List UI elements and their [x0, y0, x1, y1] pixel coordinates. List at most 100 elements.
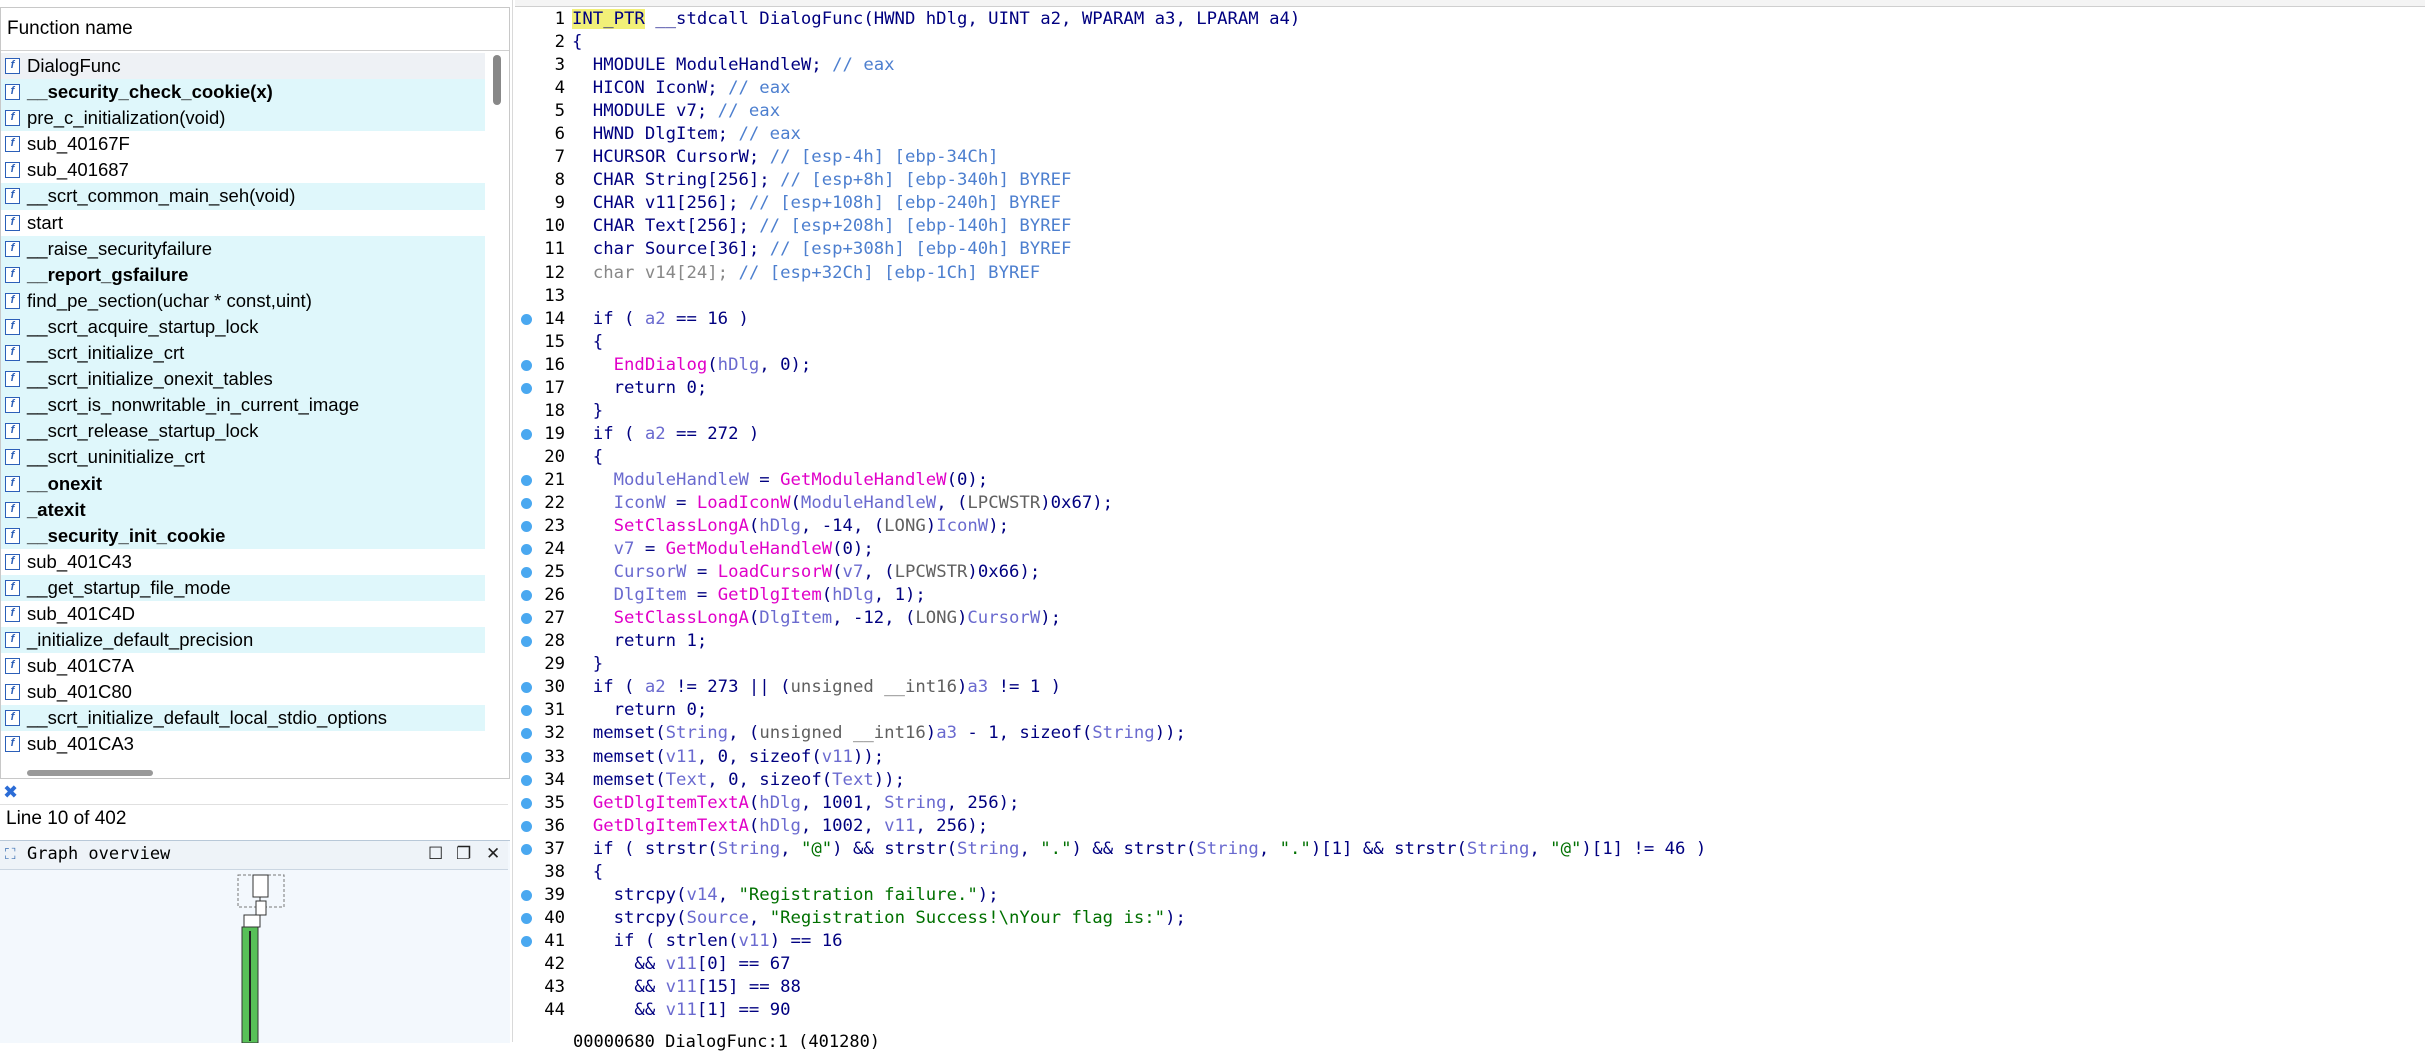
code-text[interactable]: CHAR String[256]; // [esp+8h] [ebp-340h]… [572, 169, 1072, 192]
function-row[interactable]: f sub_401CA3 [1, 731, 485, 757]
code-text[interactable]: } [572, 653, 603, 676]
functions-vertical-scrollbar[interactable] [493, 55, 501, 105]
function-row[interactable]: f __report_gsfailure [1, 261, 485, 288]
code-text[interactable]: if ( a2 == 16 ) [572, 308, 749, 331]
code-text[interactable]: && v11[15] == 88 [572, 976, 800, 999]
code-line[interactable]: 20 { [515, 446, 2415, 469]
code-text[interactable]: GetDlgItemTextA(hDlg, 1001, String, 256)… [572, 792, 1020, 815]
code-text[interactable]: strcpy(v14, "Registration failure."); [572, 884, 999, 907]
code-line[interactable]: 3 HMODULE ModuleHandleW; // eax [515, 54, 2415, 77]
function-row[interactable]: f sub_401C43 [1, 549, 485, 575]
pseudocode-view[interactable]: 1 INT_PTR __stdcall DialogFunc(HWND hDlg,… [515, 8, 2415, 1022]
code-line[interactable]: 23 SetClassLongA(hDlg, -14, (LONG)IconW)… [515, 515, 2415, 538]
clear-filter-icon[interactable]: ✖ [3, 782, 18, 803]
code-text[interactable]: HCURSOR CursorW; // [esp-4h] [ebp-34Ch] [572, 146, 999, 169]
code-line[interactable]: 43 && v11[15] == 88 [515, 976, 2415, 999]
code-line[interactable]: 37 if ( strstr(String, "@") && strstr(St… [515, 838, 2415, 861]
code-text[interactable]: { [572, 861, 603, 884]
code-text[interactable]: memset(Text, 0, sizeof(Text)); [572, 769, 905, 792]
code-line[interactable]: 18 } [515, 400, 2415, 423]
function-row[interactable]: f __scrt_is_nonwritable_in_current_image [1, 392, 485, 419]
restore-icon[interactable]: ❐ [456, 844, 471, 864]
code-line[interactable]: 42 && v11[0] == 67 [515, 953, 2415, 976]
code-line[interactable]: 29 } [515, 653, 2415, 676]
code-text[interactable]: if ( a2 == 272 ) [572, 423, 760, 446]
code-text[interactable]: memset(String, (unsigned __int16)a3 - 1,… [572, 722, 1186, 745]
code-text[interactable]: SetClassLongA(hDlg, -14, (LONG)IconW); [572, 515, 1009, 538]
code-line[interactable]: 9 CHAR v11[256]; // [esp+108h] [ebp-240h… [515, 192, 2415, 215]
pane-divider[interactable] [512, 0, 513, 1042]
code-line[interactable]: 5 HMODULE v7; // eax [515, 100, 2415, 123]
code-line[interactable]: 32 memset(String, (unsigned __int16)a3 -… [515, 722, 2415, 745]
function-row[interactable]: f _initialize_default_precision [1, 627, 485, 654]
function-row[interactable]: f sub_401687 [1, 157, 485, 183]
code-line[interactable]: 10 CHAR Text[256]; // [esp+208h] [ebp-14… [515, 215, 2415, 238]
code-text[interactable]: char Source[36]; // [esp+308h] [ebp-40h]… [572, 238, 1072, 261]
code-text[interactable]: CHAR Text[256]; // [esp+208h] [ebp-140h]… [572, 215, 1072, 238]
maximize-icon[interactable]: ☐ [428, 844, 443, 864]
code-text[interactable]: CHAR v11[256]; // [esp+108h] [ebp-240h] … [572, 192, 1061, 215]
code-text[interactable]: && v11[1] == 90 [572, 999, 790, 1022]
code-line[interactable]: 33 memset(v11, 0, sizeof(v11)); [515, 746, 2415, 769]
code-text[interactable]: return 1; [572, 630, 708, 653]
function-row[interactable]: f sub_401C80 [1, 679, 485, 705]
code-text[interactable]: HMODULE ModuleHandleW; // eax [572, 54, 895, 77]
code-line[interactable]: 39 strcpy(v14, "Registration failure."); [515, 884, 2415, 907]
code-text[interactable]: return 0; [572, 699, 708, 722]
code-text[interactable]: ModuleHandleW = GetModuleHandleW(0); [572, 469, 989, 492]
code-text[interactable]: INT_PTR __stdcall DialogFunc(HWND hDlg, … [572, 8, 1300, 31]
function-row[interactable]: f __scrt_initialize_onexit_tables [1, 366, 485, 393]
code-line[interactable]: 24 v7 = GetModuleHandleW(0); [515, 538, 2415, 561]
code-text[interactable]: CursorW = LoadCursorW(v7, (LPCWSTR)0x66)… [572, 561, 1041, 584]
function-row[interactable]: f _atexit [1, 496, 485, 523]
graph-overview-canvas[interactable] [0, 871, 510, 1043]
code-line[interactable]: 27 SetClassLongA(DlgItem, -12, (LONG)Cur… [515, 607, 2415, 630]
code-line[interactable]: 7 HCURSOR CursorW; // [esp-4h] [ebp-34Ch… [515, 146, 2415, 169]
code-text[interactable]: strcpy(Source, "Registration Success!\nY… [572, 907, 1186, 930]
code-text[interactable]: char v14[24]; // [esp+32Ch] [ebp-1Ch] BY… [572, 262, 1040, 285]
code-text[interactable]: HWND DlgItem; // eax [572, 123, 801, 146]
code-line[interactable]: 41 if ( strlen(v11) == 16 [515, 930, 2415, 953]
code-text[interactable]: HICON IconW; // eax [572, 77, 791, 100]
function-row[interactable]: f find_pe_section(uchar * const,uint) [1, 287, 485, 314]
code-line[interactable]: 15 { [515, 331, 2415, 354]
function-row[interactable]: f __scrt_initialize_crt [1, 340, 485, 367]
function-row[interactable]: f DialogFunc [1, 53, 485, 80]
code-line[interactable]: 12 char v14[24]; // [esp+32Ch] [ebp-1Ch]… [515, 262, 2415, 285]
function-row[interactable]: f sub_401C7A [1, 653, 485, 679]
function-row[interactable]: f __scrt_common_main_seh(void) [1, 183, 485, 210]
code-text[interactable]: } [572, 400, 603, 423]
code-text[interactable]: { [572, 331, 603, 354]
code-text[interactable]: && v11[0] == 67 [572, 953, 790, 976]
code-line[interactable]: 25 CursorW = LoadCursorW(v7, (LPCWSTR)0x… [515, 561, 2415, 584]
code-text[interactable]: if ( strlen(v11) == 16 [572, 930, 843, 953]
code-line[interactable]: 31 return 0; [515, 699, 2415, 722]
function-row[interactable]: f start [1, 210, 485, 236]
functions-header[interactable]: Function name [1, 8, 509, 51]
code-line[interactable]: 26 DlgItem = GetDlgItem(hDlg, 1); [515, 584, 2415, 607]
code-line[interactable]: 13 [515, 285, 2415, 308]
code-line[interactable]: 11 char Source[36]; // [esp+308h] [ebp-4… [515, 238, 2415, 261]
function-row[interactable]: f pre_c_initialization(void) [1, 105, 485, 132]
code-line[interactable]: 44 && v11[1] == 90 [515, 999, 2415, 1022]
code-text[interactable]: return 0; [572, 377, 708, 400]
function-row[interactable]: f sub_40167F [1, 131, 485, 157]
code-text[interactable]: IconW = LoadIconW(ModuleHandleW, (LPCWST… [572, 492, 1113, 515]
code-line[interactable]: 30 if ( a2 != 273 || (unsigned __int16)a… [515, 676, 2415, 699]
code-text[interactable]: EndDialog(hDlg, 0); [572, 354, 812, 377]
code-text[interactable]: { [572, 446, 603, 469]
code-text[interactable]: if ( a2 != 273 || (unsigned __int16)a3 !… [572, 676, 1061, 699]
function-row[interactable]: f __raise_securityfailure [1, 235, 485, 262]
function-row[interactable]: f __get_startup_file_mode [1, 574, 485, 601]
code-line[interactable]: 8 CHAR String[256]; // [esp+8h] [ebp-340… [515, 169, 2415, 192]
code-text[interactable]: SetClassLongA(DlgItem, -12, (LONG)Cursor… [572, 607, 1061, 630]
code-line[interactable]: 1 INT_PTR __stdcall DialogFunc(HWND hDlg,… [515, 8, 2415, 31]
function-row[interactable]: f __onexit [1, 470, 485, 497]
code-line[interactable]: 21 ModuleHandleW = GetModuleHandleW(0); [515, 469, 2415, 492]
code-line[interactable]: 17 return 0; [515, 377, 2415, 400]
function-row[interactable]: f __security_check_cookie(x) [1, 79, 485, 106]
function-row[interactable]: f __scrt_initialize_default_local_stdio_o… [1, 705, 485, 732]
code-text[interactable]: v7 = GetModuleHandleW(0); [572, 538, 874, 561]
code-line[interactable]: 19 if ( a2 == 272 ) [515, 423, 2415, 446]
code-line[interactable]: 28 return 1; [515, 630, 2415, 653]
